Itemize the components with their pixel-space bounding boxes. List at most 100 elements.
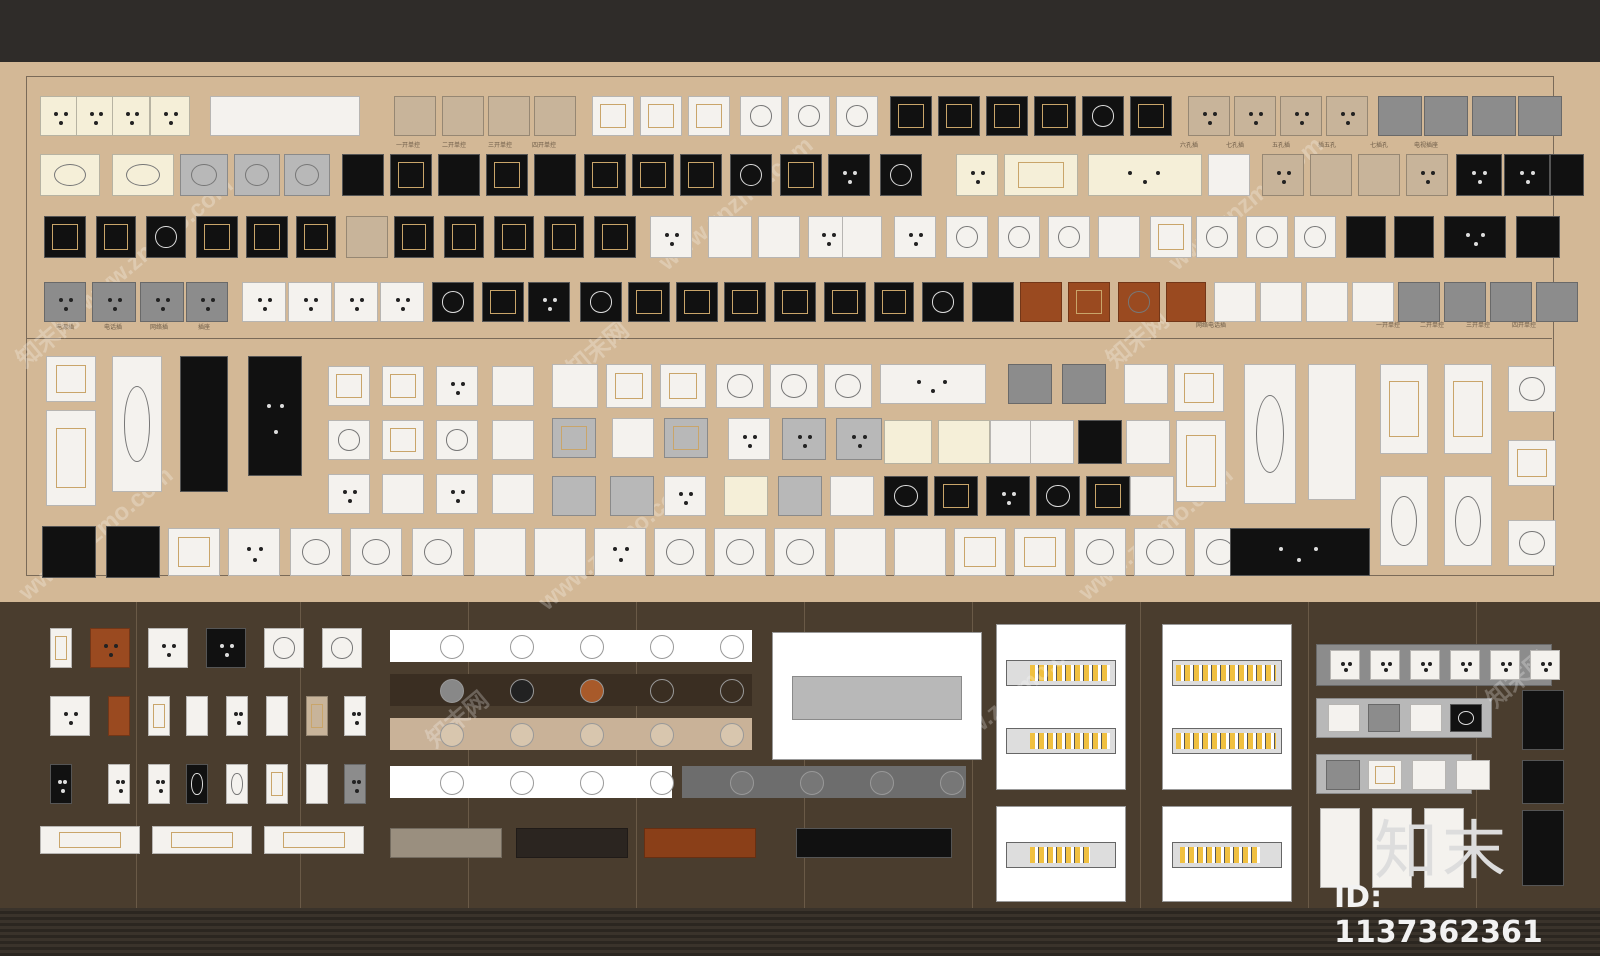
wall-panel [1260,282,1302,322]
asset-id: ID: 1137362361 [1334,880,1543,950]
wall-panel [380,282,424,322]
wall-panel [350,528,402,576]
socket-hole [161,780,165,785]
wall-panel [1504,154,1550,196]
socket-ring [845,105,869,127]
wall-panel [946,216,988,258]
socket-ring [931,291,955,313]
socket-ring [1256,395,1284,473]
distribution-box [996,624,1126,790]
socket-hole [1203,112,1207,117]
socket-hole [107,298,112,303]
breaker-row [1176,733,1276,749]
socket-hole [1478,179,1483,184]
rocker-outline [451,224,477,250]
rocker-outline [1017,162,1065,188]
wall-panel [664,476,706,516]
socket-hole [201,298,205,303]
rocker-outline [152,703,166,729]
socket-hole [280,404,285,409]
wall-panel [956,154,998,196]
socket-hole [748,443,753,448]
track-socket-icon [650,723,674,747]
caption: 电源插 [56,325,75,331]
wall-panel [76,96,114,136]
breaker-row [1030,665,1110,681]
wall-panel [534,154,576,196]
socket-ring [1519,376,1545,402]
socket-hole [98,112,103,117]
wall-panel [1326,96,1368,136]
socket-hole [395,298,400,303]
wall-panel [1208,154,1250,196]
wall-panel [1508,440,1556,486]
wall-panel [346,216,388,258]
socket-hole [64,306,69,311]
socket-hole [1526,179,1531,184]
socket-hole [173,112,178,117]
socket-hole [303,298,308,303]
socket-hole [670,241,675,246]
wall-panel [492,366,534,406]
wall-panel [1456,154,1502,196]
top-band [0,0,1600,62]
socket-hole [268,298,273,303]
accessory-panel [90,628,130,668]
rocker-outline [788,162,814,188]
site-logo: 知末 [1374,815,1510,889]
wall-panel [1062,364,1106,404]
caption: 六孔插 [1180,143,1199,149]
wall-panel [1536,282,1578,322]
socket-hole [543,298,547,303]
wall-panel [44,282,86,322]
socket-hole [909,233,913,237]
accessory-panel [206,628,246,668]
socket-hole [456,498,461,503]
wall-panel [180,154,228,196]
socket-ring [1091,105,1115,127]
accessory-panel [266,764,288,804]
socket-hole [116,780,120,785]
wall-panel [632,154,674,196]
accessory-panel [226,696,248,736]
accessory-panel [186,696,208,736]
wall-panel [382,474,424,514]
socket-hole [1464,668,1469,673]
socket-hole [665,233,669,237]
wall-panel [934,476,978,516]
socket-hole [1481,233,1485,237]
accessory-panel [50,696,90,736]
socket-ring [244,163,270,187]
wall-panel [328,420,370,460]
wall-panel [884,420,932,464]
wall-panel [884,476,928,516]
wall-panel [534,96,576,136]
socket-ring [666,539,694,565]
wall-panel [664,418,708,458]
socket-hole [220,644,225,649]
socket-ring [53,163,87,187]
wall-panel [1516,216,1560,258]
socket-hole [1012,492,1017,497]
socket-hole [1313,547,1318,552]
rocker-outline [942,483,970,509]
socket-hole [60,788,65,793]
rocker-outline [401,224,427,250]
rocker-outline [501,224,527,250]
caption: 一开单控 [396,143,421,149]
wall-panel [1214,282,1256,322]
rocker-outline [832,289,858,315]
wall-panel [186,282,228,322]
accessory-panel [322,628,362,668]
socket-hole [59,120,64,125]
socket-hole [1467,662,1472,667]
track-socket-icon [440,723,464,747]
socket-hole [743,435,747,439]
wall-panel [328,366,370,406]
socket-ring [1086,539,1114,565]
wall-panel [1444,364,1492,454]
rocker-outline [55,364,87,394]
wall-panel [290,528,342,576]
track-socket-icon [720,635,744,659]
vertical-panel [1320,808,1360,888]
